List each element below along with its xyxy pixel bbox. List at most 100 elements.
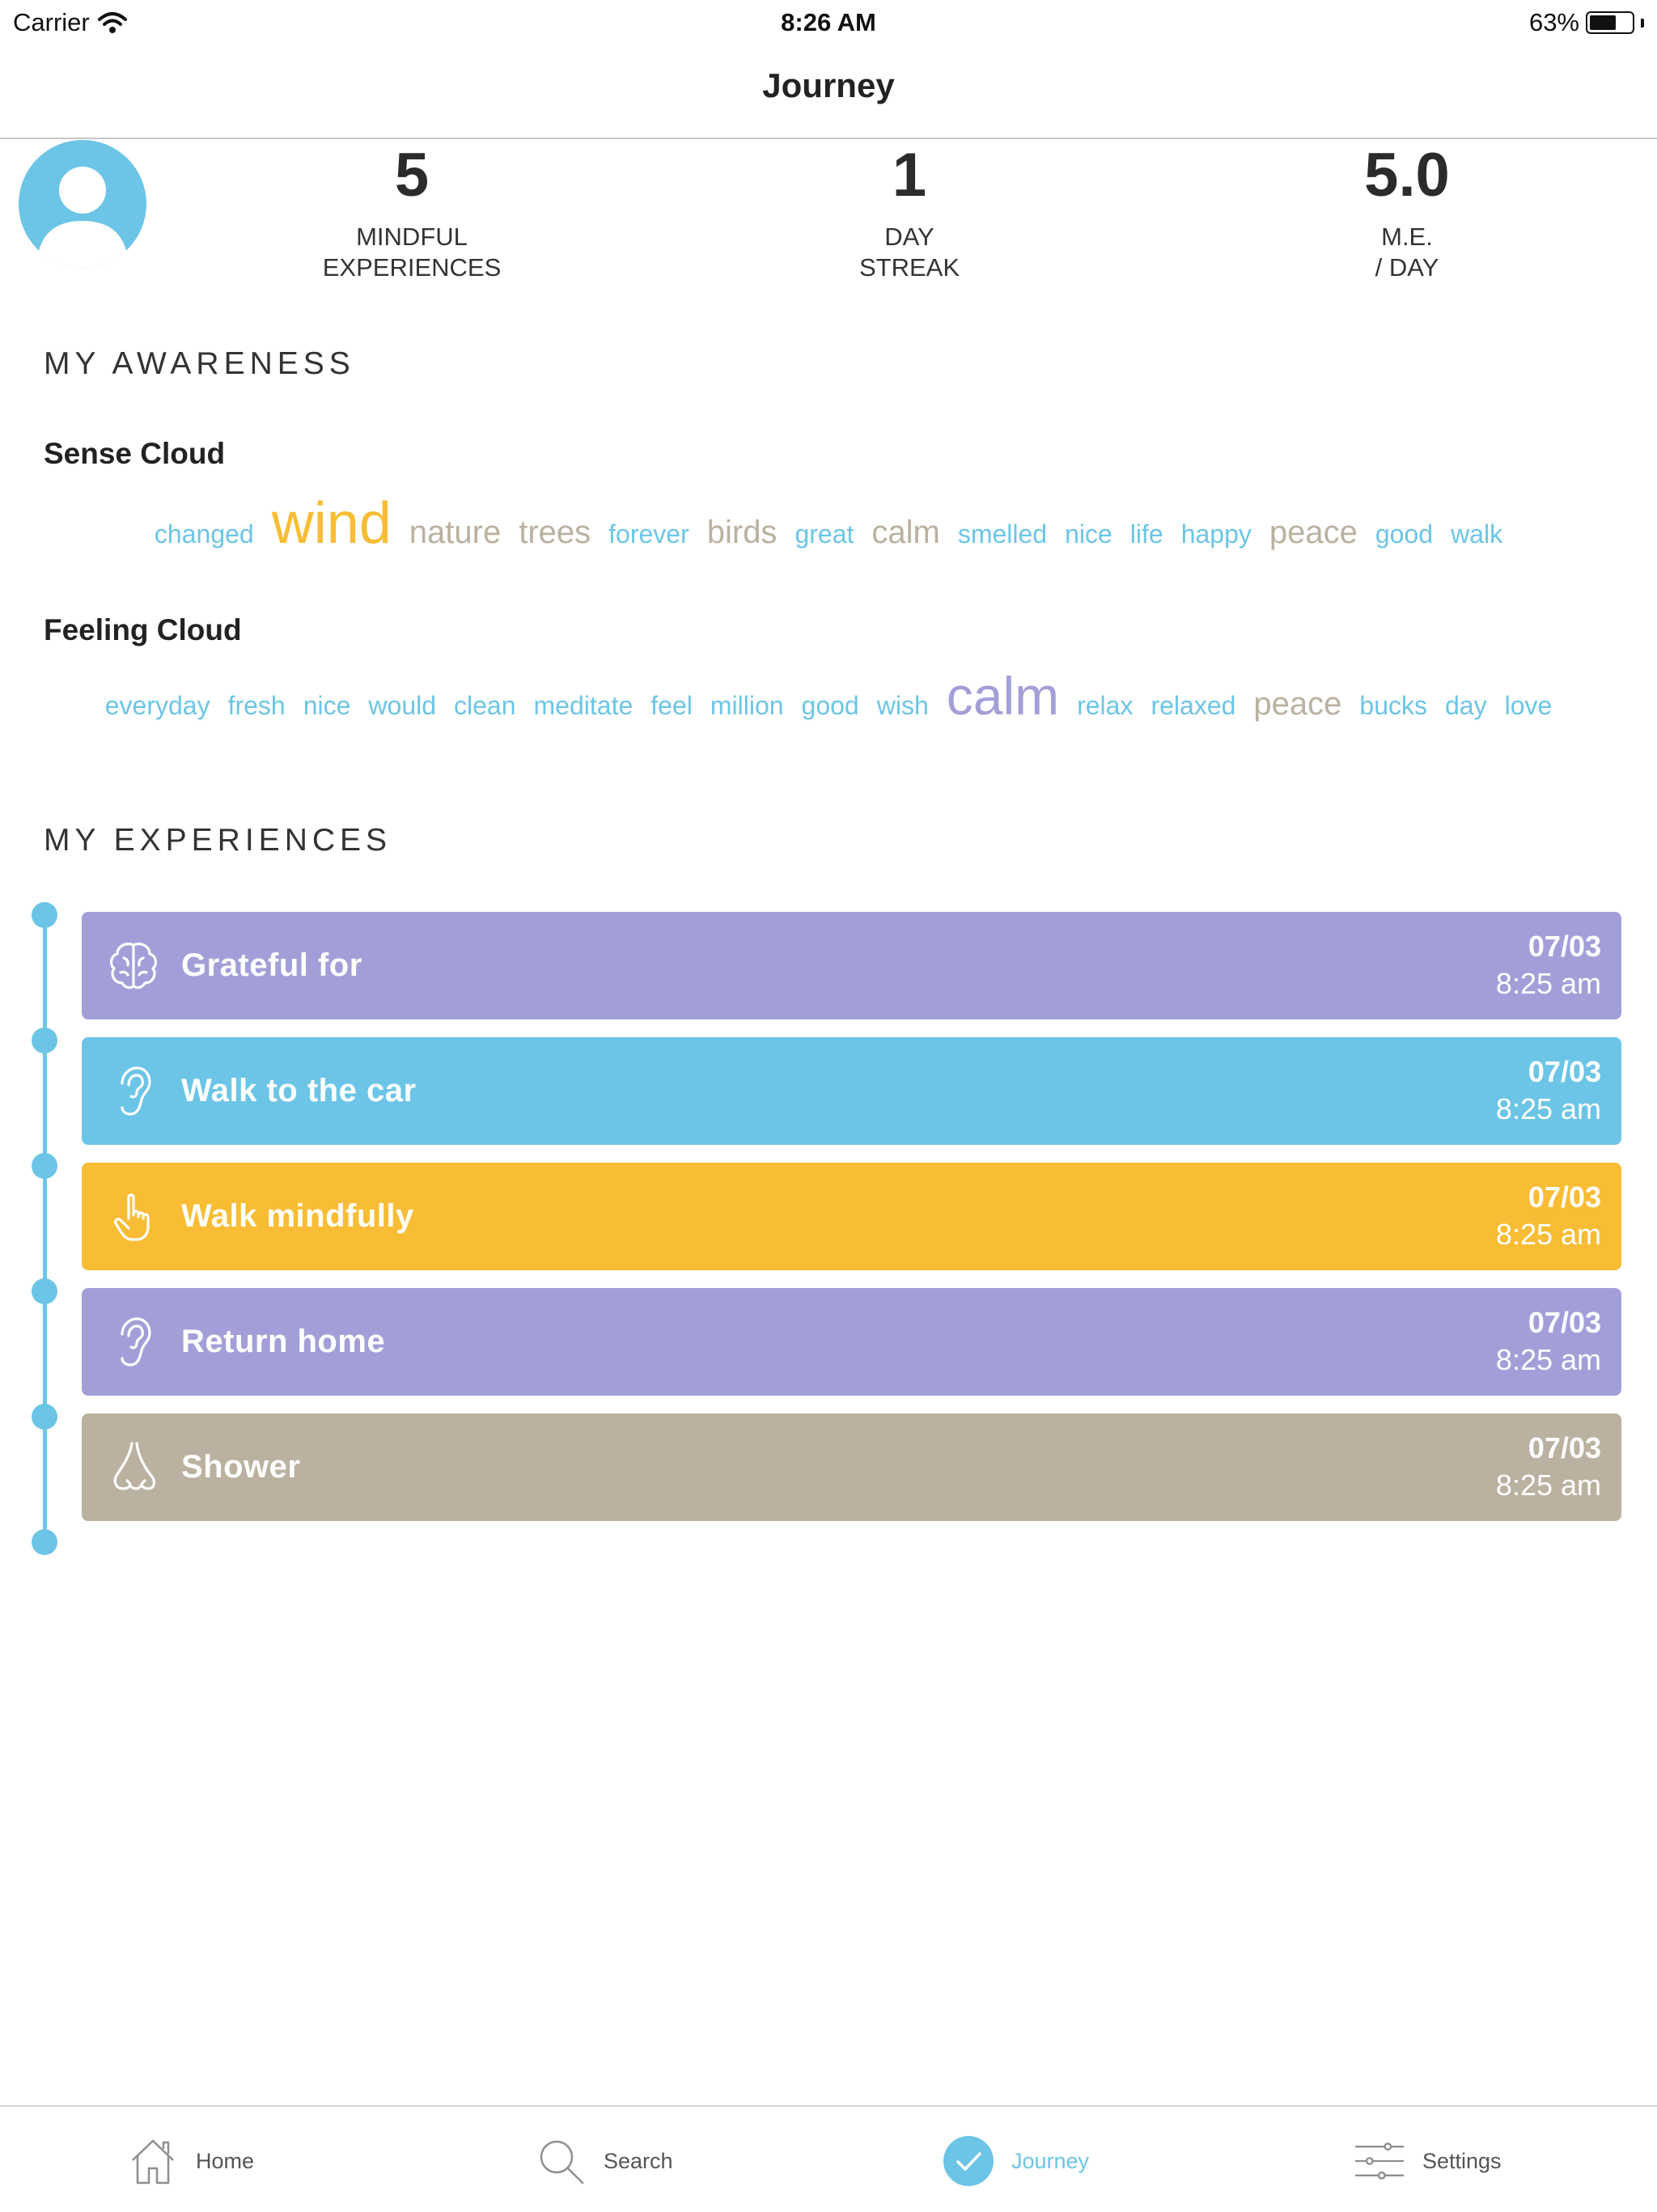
tab-journey[interactable]: Journey xyxy=(943,2136,1089,2186)
cloud-word: fresh xyxy=(227,691,286,720)
experience-timestamp: 07/03 8:25 am xyxy=(1496,1179,1601,1253)
tab-label: Home xyxy=(196,2148,255,2173)
cloud-word: nature xyxy=(409,515,502,550)
battery-indicator: 63% xyxy=(1529,8,1644,37)
battery-percent: 63% xyxy=(1528,8,1579,36)
stat-value: 1 xyxy=(892,141,927,210)
stat-label: DAY STREAK xyxy=(707,222,1112,283)
sliders-icon xyxy=(1354,2136,1405,2186)
cloud-word: great xyxy=(795,519,854,549)
tab-label: Search xyxy=(604,2148,673,2173)
home-icon xyxy=(128,2136,178,2186)
timeline-dot xyxy=(32,1028,57,1053)
feeling-word-cloud: everyday fresh nice would clean meditate feel m… xyxy=(0,665,1657,727)
stat-day-streak: 1 DAY STREAK xyxy=(707,139,1112,283)
stat-label-line: EXPERIENCES xyxy=(322,253,502,282)
cloud-word: peace xyxy=(1253,686,1342,722)
experience-card-return-home[interactable]: Return home 07/03 8:25 am xyxy=(82,1288,1621,1396)
experience-title: Shower xyxy=(181,1449,301,1485)
experience-time: 8:25 am xyxy=(1495,967,1601,1000)
stat-label-line: STREAK xyxy=(858,253,960,282)
experience-timestamp: 07/03 8:25 am xyxy=(1496,1430,1601,1504)
hand-pointer-icon xyxy=(105,1189,162,1245)
stat-label-line: / DAY xyxy=(1375,253,1439,282)
experience-date: 07/03 xyxy=(1528,930,1601,963)
timeline-dot xyxy=(32,1404,57,1430)
experience-time: 8:25 am xyxy=(1495,1343,1601,1376)
nose-icon xyxy=(105,1439,162,1496)
tab-bar: Home Search Journey Settings xyxy=(0,2105,1657,2212)
cloud-word: wish xyxy=(876,691,929,720)
clock: 8:26 AM xyxy=(781,8,876,36)
stat-label: MINDFUL EXPERIENCES xyxy=(210,222,614,283)
stat-label-line: M.E. xyxy=(1381,222,1433,251)
stat-me-per-day: 5.0 M.E. / DAY xyxy=(1205,139,1609,283)
experience-date: 07/03 xyxy=(1528,1055,1601,1088)
tab-settings[interactable]: Settings xyxy=(1354,2136,1502,2186)
sense-word-cloud: changed wind nature trees forever birds great c… xyxy=(0,490,1657,557)
feeling-cloud-title: Feeling Cloud xyxy=(44,613,242,646)
check-circle-icon xyxy=(943,2136,994,2186)
timeline-dot xyxy=(32,1278,57,1304)
experience-card-shower[interactable]: Shower 07/03 8:25 am xyxy=(82,1413,1621,1521)
cloud-word: life xyxy=(1129,519,1163,549)
battery-icon xyxy=(1586,11,1634,34)
experience-card-walk-mindfully[interactable]: Walk mindfully 07/03 8:25 am xyxy=(82,1163,1621,1270)
timeline-dot xyxy=(32,1529,57,1555)
experience-timestamp: 07/03 8:25 am xyxy=(1496,1304,1601,1379)
battery-tip xyxy=(1641,18,1644,28)
cloud-word: walk xyxy=(1451,519,1503,549)
experience-title: Return home xyxy=(181,1324,386,1359)
cloud-word: bucks xyxy=(1359,691,1427,720)
experience-card-grateful-for[interactable]: Grateful for 07/03 8:25 am xyxy=(82,912,1621,1019)
experience-title: Grateful for xyxy=(181,947,362,983)
brain-icon xyxy=(105,938,162,994)
timeline-dot xyxy=(32,1153,57,1179)
timeline-line xyxy=(43,914,47,1544)
experience-title: Walk mindfully xyxy=(181,1198,414,1234)
cloud-word: day xyxy=(1444,691,1487,720)
sense-cloud-title: Sense Cloud xyxy=(44,437,226,470)
tab-search[interactable]: Search xyxy=(536,2136,673,2186)
experience-time: 8:25 am xyxy=(1495,1092,1601,1125)
section-heading-awareness: MY AWARENESS xyxy=(44,346,355,381)
ear-icon xyxy=(105,1314,162,1371)
cloud-word: nice xyxy=(1065,519,1112,549)
cloud-word: feel xyxy=(651,691,693,720)
user-silhouette-icon xyxy=(36,167,129,268)
tab-home[interactable]: Home xyxy=(128,2136,254,2186)
cloud-word: love xyxy=(1504,691,1553,720)
cloud-word: happy xyxy=(1180,519,1252,549)
experience-title: Walk to the car xyxy=(181,1073,417,1108)
ear-icon xyxy=(105,1063,162,1120)
cloud-word: relaxed xyxy=(1151,691,1236,720)
experience-timestamp: 07/03 8:25 am xyxy=(1496,928,1601,1002)
status-bar: Carrier 8:26 AM 63% xyxy=(0,0,1657,45)
cloud-word: smelled xyxy=(957,519,1048,549)
cloud-word: million xyxy=(710,691,784,720)
cloud-word: trees xyxy=(519,515,591,550)
navigation-bar: Journey xyxy=(0,45,1657,139)
cloud-word: peace xyxy=(1269,515,1358,550)
cloud-word: calm xyxy=(946,666,1060,726)
cloud-word: changed xyxy=(154,519,254,549)
tab-label: Settings xyxy=(1422,2148,1502,2173)
page-title: Journey xyxy=(762,66,895,104)
cloud-word: wind xyxy=(271,491,392,556)
cloud-word: would xyxy=(368,691,437,720)
search-icon xyxy=(536,2136,586,2186)
cloud-word: clean xyxy=(454,691,516,720)
experience-time: 8:25 am xyxy=(1495,1468,1601,1502)
stat-value: 5 xyxy=(394,141,430,210)
experience-date: 07/03 xyxy=(1528,1306,1601,1339)
cloud-word: nice xyxy=(303,691,351,720)
stat-mindful-experiences: 5 MINDFUL EXPERIENCES xyxy=(210,139,614,283)
experience-date: 07/03 xyxy=(1528,1180,1601,1214)
experience-time: 8:25 am xyxy=(1495,1218,1601,1251)
experience-card-walk-to-the-car[interactable]: Walk to the car 07/03 8:25 am xyxy=(82,1037,1621,1145)
avatar[interactable] xyxy=(19,140,146,268)
cloud-word: everyday xyxy=(104,691,210,720)
cloud-word: meditate xyxy=(533,691,634,720)
experience-date: 07/03 xyxy=(1528,1431,1601,1464)
cloud-word: good xyxy=(801,691,859,720)
